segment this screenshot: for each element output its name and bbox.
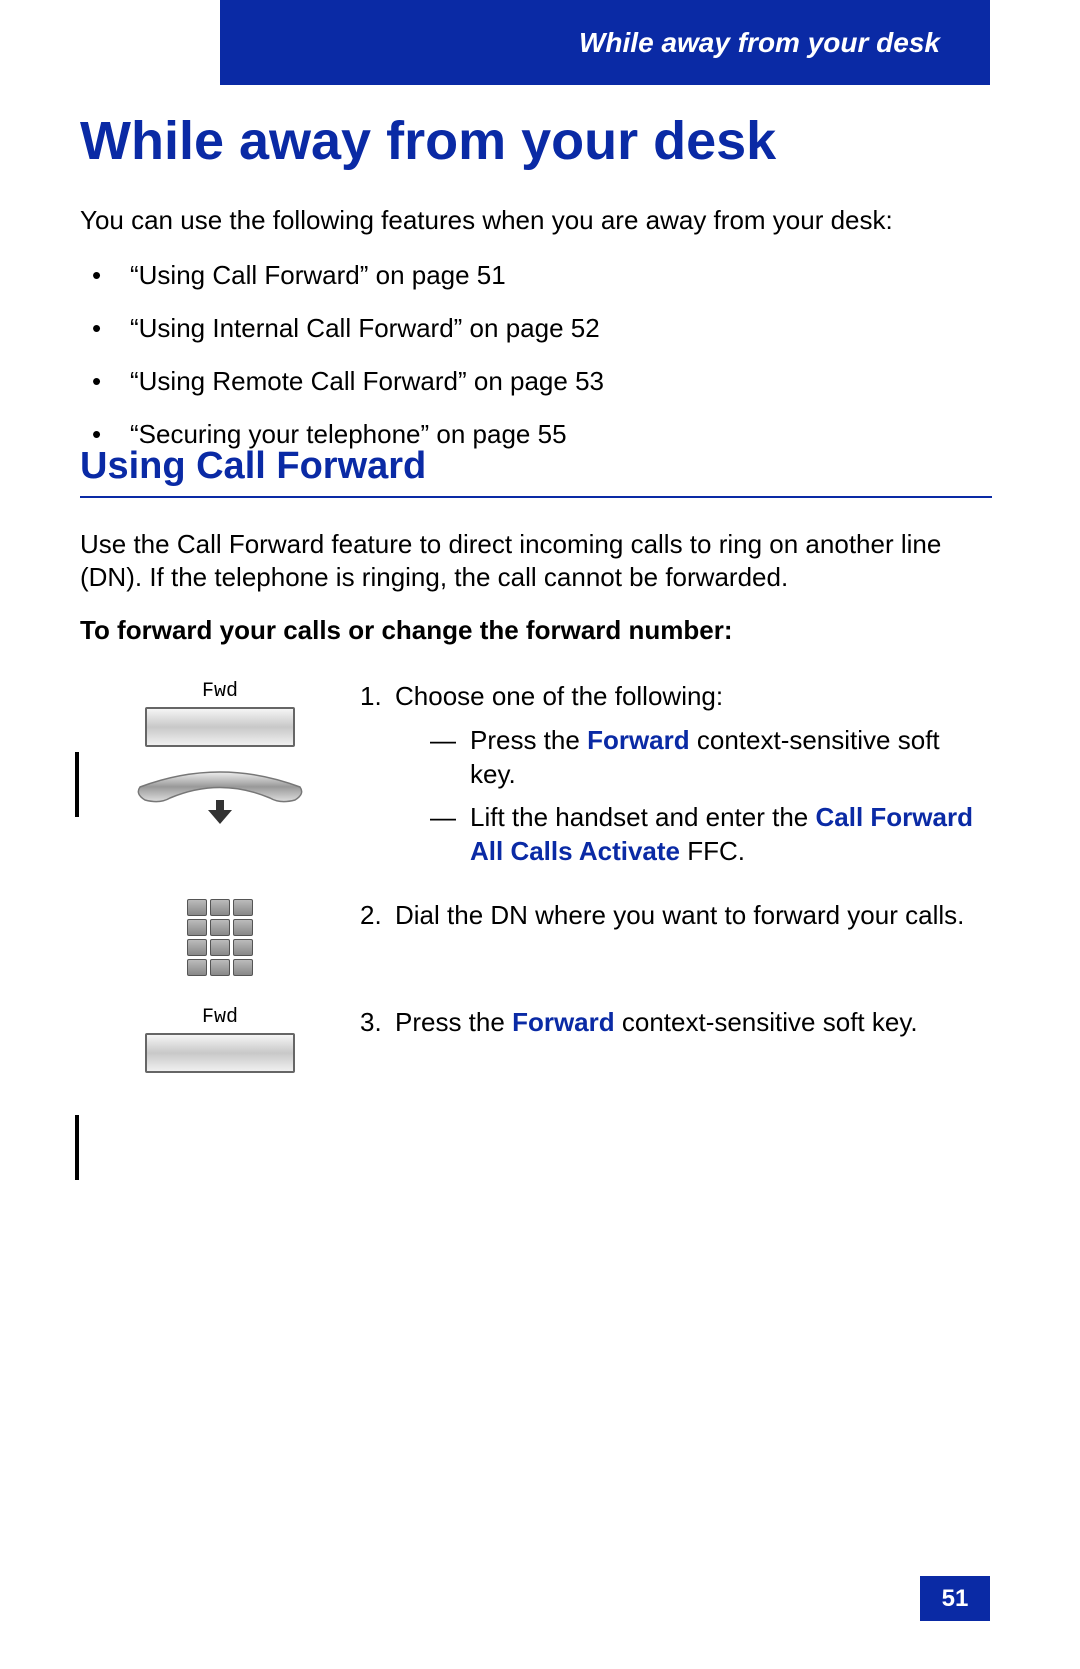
step-text: 2.Dial the DN where you want to forward … bbox=[360, 899, 992, 933]
list-item: “Using Internal Call Forward” on page 52 bbox=[80, 313, 980, 344]
page-title: While away from your desk bbox=[80, 110, 776, 172]
section-description: Use the Call Forward feature to direct i… bbox=[80, 528, 992, 593]
step-sub-item: — Press the Forward context-sensitive so… bbox=[395, 724, 980, 792]
softkey-button-icon bbox=[145, 1033, 295, 1073]
change-bar-icon bbox=[75, 1115, 79, 1180]
step-row: Fwd 3.Press the Forward context-sensitiv… bbox=[80, 1006, 992, 1073]
fwd-softkey-label: Fwd bbox=[202, 680, 238, 703]
fwd-softkey-icon: Fwd bbox=[145, 1006, 295, 1073]
feature-list: “Using Call Forward” on page 51 “Using I… bbox=[80, 260, 980, 472]
step-row: 2.Dial the DN where you want to forward … bbox=[80, 899, 992, 976]
manual-page: While away from your desk While away fro… bbox=[0, 0, 1080, 1669]
intro-text: You can use the following features when … bbox=[80, 205, 893, 236]
step-icons: Fwd bbox=[80, 680, 360, 832]
fwd-softkey-icon: Fwd bbox=[145, 680, 295, 747]
procedure-title: To forward your calls or change the forw… bbox=[80, 615, 733, 646]
step-text: 3.Press the Forward context-sensitive so… bbox=[360, 1006, 992, 1040]
softkey-button-icon bbox=[145, 707, 295, 747]
dash-icon: — bbox=[430, 724, 470, 792]
fwd-softkey-label: Fwd bbox=[202, 1006, 238, 1029]
step-number: 2. bbox=[360, 899, 395, 933]
header-section-title: While away from your desk bbox=[579, 27, 940, 59]
step-sub-item: — Lift the handset and enter the Call Fo… bbox=[395, 801, 980, 869]
step-icons bbox=[80, 899, 360, 976]
keypad-icon bbox=[187, 899, 253, 976]
step-number: 1. bbox=[360, 680, 395, 714]
step-body: Dial the DN where you want to forward yo… bbox=[395, 899, 980, 933]
change-bar-icon bbox=[75, 752, 79, 817]
procedure-steps: Fwd 1.Choose one of bbox=[80, 680, 992, 1103]
keyword: Forward bbox=[512, 1007, 615, 1037]
step-lead: Choose one of the following: bbox=[395, 681, 723, 711]
list-item: “Using Remote Call Forward” on page 53 bbox=[80, 366, 980, 397]
page-number: 51 bbox=[920, 1576, 990, 1621]
step-text: 1.Choose one of the following: — Press t… bbox=[360, 680, 992, 869]
step-row: Fwd 1.Choose one of bbox=[80, 680, 992, 869]
sub-item-text: Press the Forward context-sensitive soft… bbox=[470, 724, 980, 792]
header-section-tab: While away from your desk bbox=[220, 0, 990, 85]
lift-handset-icon bbox=[120, 762, 320, 832]
step-icons: Fwd bbox=[80, 1006, 360, 1073]
list-item: “Using Call Forward” on page 51 bbox=[80, 260, 980, 291]
sub-item-text: Lift the handset and enter the Call Forw… bbox=[470, 801, 980, 869]
dash-icon: — bbox=[430, 801, 470, 869]
section-heading: Using Call Forward bbox=[80, 445, 992, 498]
step-body: Press the Forward context-sensitive soft… bbox=[395, 1006, 980, 1040]
step-number: 3. bbox=[360, 1006, 395, 1040]
keyword: Forward bbox=[587, 725, 690, 755]
